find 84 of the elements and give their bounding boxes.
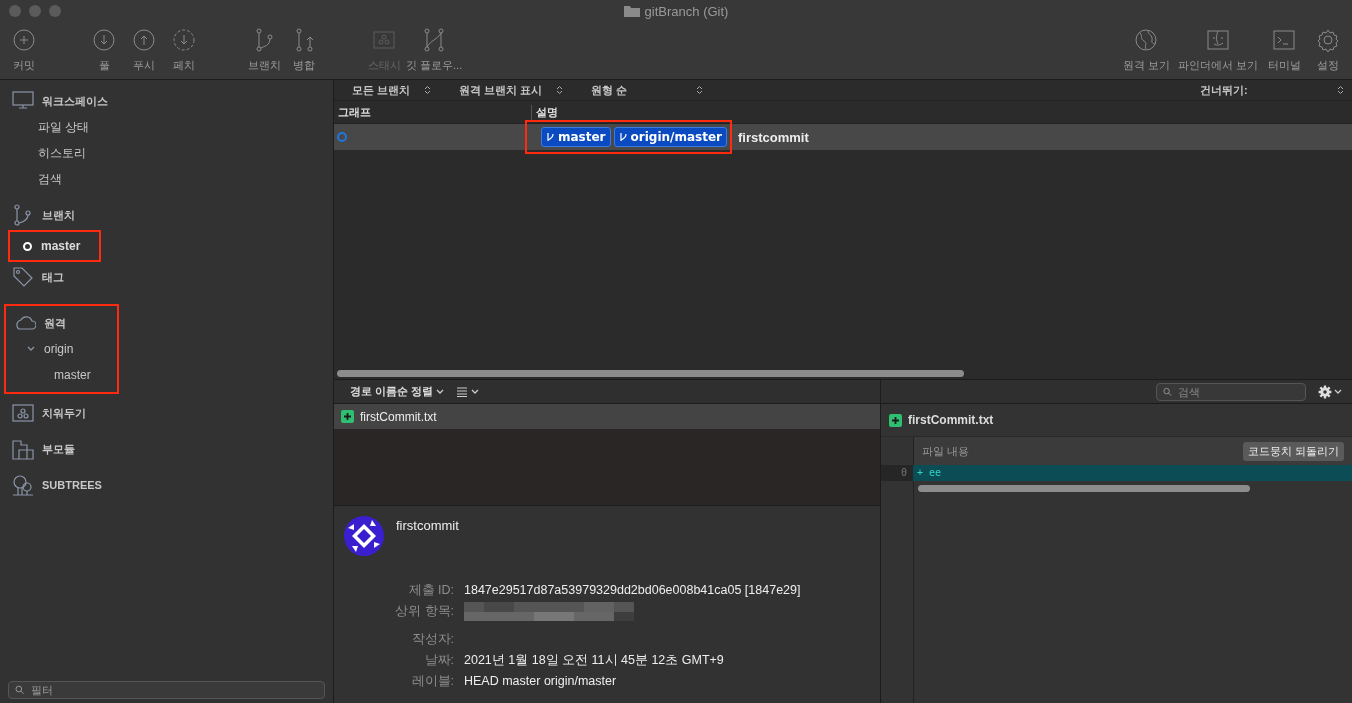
field-value: 2021년 1월 18일 오전 11시 45분 12초 GMT+9 <box>464 652 725 669</box>
plus-circle-icon <box>12 28 36 52</box>
sidebar-item[interactable]: master <box>8 230 101 262</box>
sidebar-item[interactable]: 검색 <box>38 170 62 188</box>
branch-label: origin/master <box>613 127 727 147</box>
branch-label: master <box>541 127 611 147</box>
field-label: 제출 ID: <box>407 582 454 599</box>
toolbar-button[interactable]: 터미널 <box>1264 28 1304 73</box>
toolbar-button[interactable]: 커밋 <box>4 28 44 73</box>
tag-icon <box>12 266 34 288</box>
updown-icon <box>696 85 704 95</box>
folder-icon <box>12 438 34 460</box>
section-header[interactable]: 부모듈 <box>42 441 75 457</box>
section-header[interactable]: SUBTREES <box>42 479 102 491</box>
toolbar-button[interactable]: 페치 <box>164 28 204 73</box>
jump-dropdown[interactable]: 건너뛰기: <box>1182 82 1352 98</box>
settings-button[interactable] <box>1318 384 1342 399</box>
caret-icon <box>436 388 445 395</box>
filter-dropdown[interactable]: 모든 브랜치 <box>334 82 442 98</box>
toolbar-button[interactable]: 푸시 <box>124 28 164 73</box>
toolbar-button[interactable]: 파인더에서 보기 <box>1175 28 1260 73</box>
sidebar-item[interactable]: origin <box>44 342 74 356</box>
toolbar-button[interactable]: 브랜치 <box>244 28 284 73</box>
window-title: gitBranch (Git) <box>644 3 729 19</box>
field-label: 날짜: <box>423 652 454 669</box>
list-icon <box>456 386 469 397</box>
toolbar-button[interactable]: 원격 보기 <box>1120 28 1172 73</box>
branch-icon <box>546 132 555 142</box>
search-icon <box>1163 386 1173 397</box>
stash-icon <box>12 402 34 424</box>
updown-icon <box>1337 85 1344 95</box>
column-header[interactable]: 그래프 <box>334 104 532 120</box>
sidebar-item[interactable]: 히스토리 <box>38 144 86 162</box>
column-header[interactable]: 설명 <box>532 104 558 120</box>
filter-field[interactable]: 필터 <box>8 681 325 699</box>
sort-dropdown[interactable]: 경로 이름순 정렬 <box>334 384 451 399</box>
toolbar-button[interactable]: 설정 <box>1308 28 1348 73</box>
globe-icon <box>1134 28 1159 52</box>
commit-message: firstcommit <box>396 518 459 535</box>
filter-dropdown[interactable]: 원격 브랜치 표시 <box>441 82 574 98</box>
line-number: 0 <box>881 465 913 481</box>
scrollbar-thumb[interactable] <box>337 369 964 377</box>
field-value: 1847e29517d87a53979329dd2bd06e008b41ca05 [1847e29] <box>464 582 802 599</box>
toolbar-button[interactable]: 풀 <box>84 28 124 73</box>
section-header[interactable]: 브랜치 <box>42 207 75 223</box>
section-header[interactable]: 워크스페이스 <box>42 93 108 109</box>
scrollbar-thumb[interactable] <box>918 484 1250 492</box>
current-branch-icon <box>23 241 32 251</box>
branch-icon <box>618 132 628 142</box>
updown-icon <box>556 85 564 95</box>
section-header[interactable]: 치워두기 <box>42 405 86 421</box>
filter-dropdown[interactable]: 원형 순 <box>573 82 714 98</box>
field-label: 레이블: <box>410 673 454 690</box>
folder-icon <box>623 5 640 17</box>
field-label: 상위 항목: <box>394 603 454 620</box>
updown-icon <box>424 85 432 95</box>
toolbar-button[interactable]: 깃 플로우... <box>404 28 465 73</box>
sidebar-item[interactable]: 파일 상태 <box>38 118 90 136</box>
search-icon <box>15 685 25 695</box>
commit-message: firstcommit <box>738 129 809 145</box>
toolbar-button[interactable]: 병합 <box>284 28 324 73</box>
settings-icon <box>1316 28 1340 52</box>
caret-icon <box>471 388 480 395</box>
monitor-icon <box>12 90 34 112</box>
section-header[interactable]: 원격 <box>44 315 66 331</box>
stash-icon <box>372 28 396 52</box>
sidebar-item[interactable]: master <box>54 368 91 382</box>
field-label: 작성자: <box>410 631 454 648</box>
commit-node-icon <box>337 132 347 142</box>
avatar-icon <box>344 516 384 556</box>
filter-input[interactable]: 필터 <box>28 683 324 697</box>
search-field[interactable]: 검색 <box>1156 382 1306 401</box>
section-header[interactable]: 태그 <box>42 269 64 285</box>
caret-icon <box>1334 388 1342 395</box>
finder-icon <box>1205 28 1230 52</box>
search-input[interactable]: 검색 <box>1176 384 1305 399</box>
git-flow-icon <box>422 28 447 52</box>
branch-icon <box>12 204 34 226</box>
hunk-header: 파일 내용 <box>922 443 970 459</box>
file-item[interactable]: firstCommit.txt <box>334 404 880 429</box>
field-value: HEAD master origin/master <box>464 673 618 690</box>
revert-hunk-button[interactable]: 코드뭉치 되돌리기 <box>1242 441 1344 461</box>
terminal-icon <box>1272 28 1296 52</box>
tree-icon <box>12 474 34 496</box>
